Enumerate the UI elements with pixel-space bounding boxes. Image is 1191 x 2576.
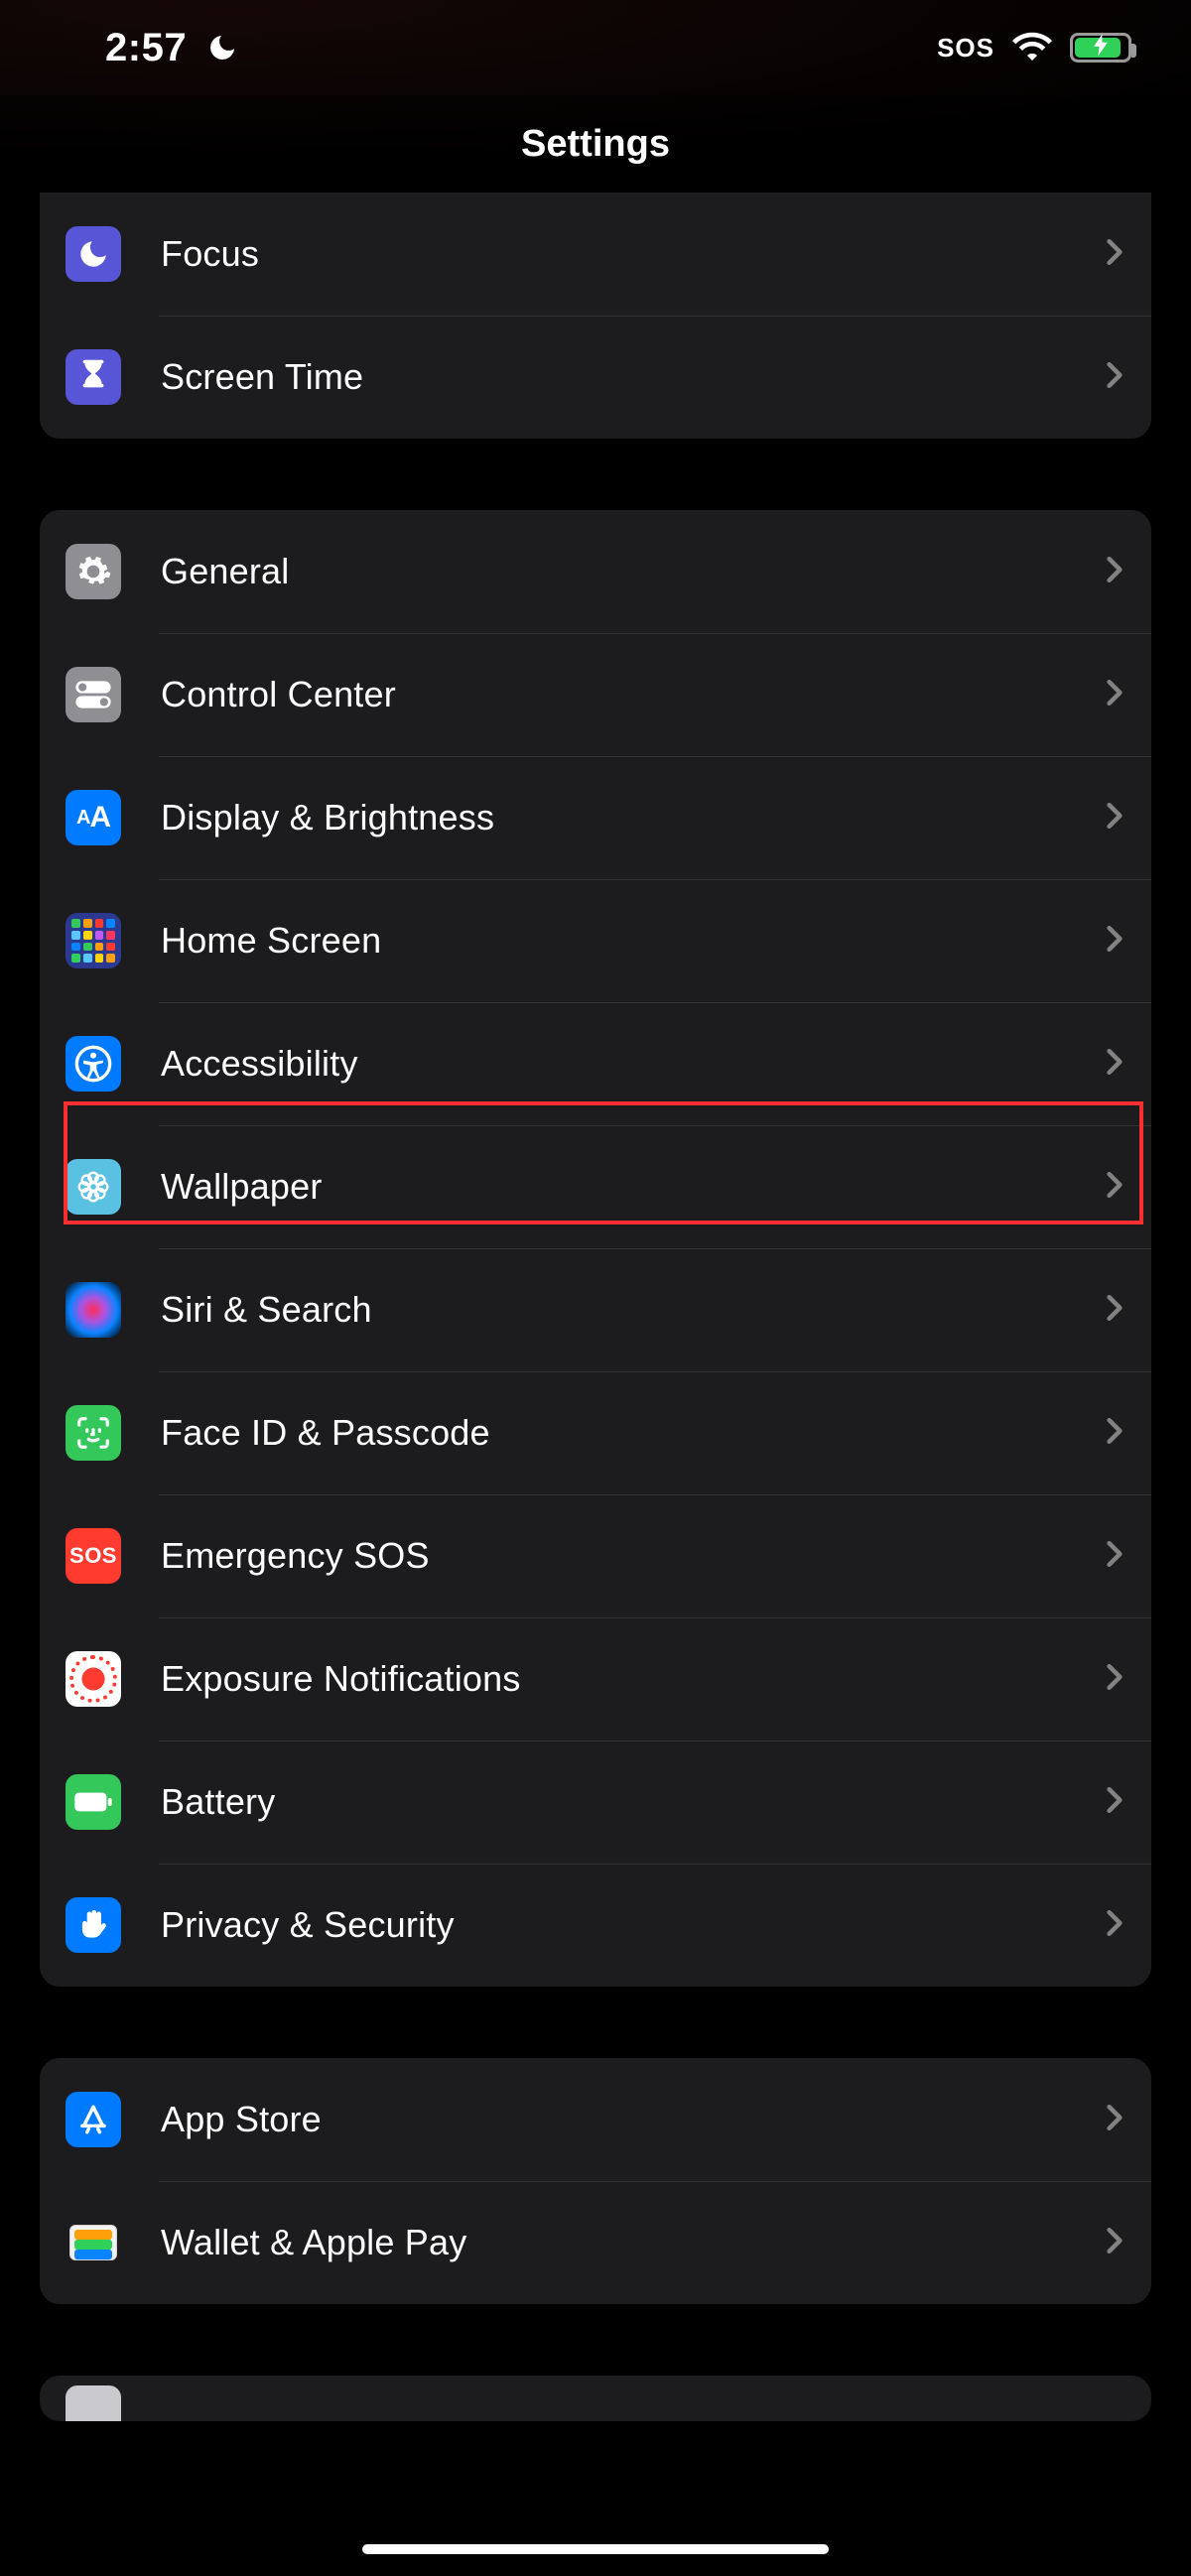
row-label: Siri & Search	[161, 1289, 1106, 1331]
row-label: Focus	[161, 233, 1106, 275]
settings-group: General Control Center AA Display & Brig…	[40, 510, 1151, 1987]
siri-icon	[66, 1282, 121, 1338]
settings-row-app-store[interactable]: App Store	[40, 2058, 1151, 2181]
settings-row-general[interactable]: General	[40, 510, 1151, 633]
moon-icon	[66, 226, 121, 282]
chevron-right-icon	[1106, 1908, 1124, 1943]
settings-row-siri-search[interactable]: Siri & Search	[40, 1248, 1151, 1371]
unknown-icon	[66, 2385, 121, 2421]
chevron-right-icon	[1106, 1662, 1124, 1697]
toggles-icon	[66, 667, 121, 722]
settings-row-exposure-notifications[interactable]: Exposure Notifications	[40, 1617, 1151, 1740]
flower-icon	[66, 1159, 121, 1215]
settings-row-control-center[interactable]: Control Center	[40, 633, 1151, 756]
settings-row-faceid-passcode[interactable]: Face ID & Passcode	[40, 1371, 1151, 1494]
status-bar-right: SOS	[937, 31, 1131, 65]
page-title: Settings	[0, 95, 1191, 193]
do-not-disturb-icon	[206, 32, 238, 64]
row-label: Battery	[161, 1781, 1106, 1823]
settings-list[interactable]: Focus Screen Time General	[0, 193, 1191, 2421]
chevron-right-icon	[1106, 237, 1124, 272]
row-label: App Store	[161, 2099, 1106, 2140]
row-label: Control Center	[161, 674, 1106, 715]
battery-charging-icon	[1070, 33, 1131, 63]
faceid-icon	[66, 1405, 121, 1461]
cellular-sos-indicator: SOS	[937, 33, 994, 64]
chevron-right-icon	[1106, 2103, 1124, 2137]
chevron-right-icon	[1106, 1047, 1124, 1082]
home-screen-icon	[66, 913, 121, 968]
wallet-icon	[66, 2215, 121, 2270]
chevron-right-icon	[1106, 1785, 1124, 1820]
row-label: Exposure Notifications	[161, 1658, 1106, 1700]
settings-row-screen-time[interactable]: Screen Time	[40, 316, 1151, 439]
hand-icon	[66, 1897, 121, 1953]
chevron-right-icon	[1106, 1539, 1124, 1574]
exposure-icon	[66, 1651, 121, 1707]
settings-row-display-brightness[interactable]: AA Display & Brightness	[40, 756, 1151, 879]
app-store-icon	[66, 2092, 121, 2147]
chevron-right-icon	[1106, 678, 1124, 712]
settings-row-focus[interactable]: Focus	[40, 193, 1151, 316]
settings-screen: { "statusbar": { "time": "2:57", "sos": …	[0, 0, 1191, 2576]
row-label: Accessibility	[161, 1043, 1106, 1085]
text-size-icon: AA	[66, 790, 121, 845]
chevron-right-icon	[1106, 360, 1124, 395]
status-bar-left: 2:57	[105, 26, 238, 70]
row-label: Home Screen	[161, 920, 1106, 962]
chevron-right-icon	[1106, 924, 1124, 959]
row-label: Privacy & Security	[161, 1904, 1106, 1946]
sos-icon: SOS	[66, 1528, 121, 1584]
chevron-right-icon	[1106, 801, 1124, 836]
hourglass-icon	[66, 349, 121, 405]
home-indicator[interactable]	[362, 2544, 829, 2554]
row-label: General	[161, 551, 1106, 592]
chevron-right-icon	[1106, 1416, 1124, 1451]
settings-row-accessibility[interactable]: Accessibility	[40, 1002, 1151, 1125]
battery-icon	[66, 1774, 121, 1830]
settings-group: Focus Screen Time	[40, 193, 1151, 439]
status-bar: 2:57 SOS	[0, 0, 1191, 95]
settings-group	[40, 2376, 1151, 2421]
chevron-right-icon	[1106, 555, 1124, 589]
row-label: Emergency SOS	[161, 1535, 1106, 1577]
chevron-right-icon	[1106, 1293, 1124, 1328]
row-label: Wallpaper	[161, 1166, 1106, 1208]
settings-row-peek[interactable]	[40, 2376, 1151, 2421]
settings-group: App Store Wallet & Apple Pay	[40, 2058, 1151, 2304]
settings-row-emergency-sos[interactable]: SOS Emergency SOS	[40, 1494, 1151, 1617]
settings-row-home-screen[interactable]: Home Screen	[40, 879, 1151, 1002]
row-label: Wallet & Apple Pay	[161, 2222, 1106, 2263]
chevron-right-icon	[1106, 2226, 1124, 2260]
row-label: Display & Brightness	[161, 797, 1106, 838]
accessibility-icon	[66, 1036, 121, 1092]
wifi-icon	[1012, 31, 1052, 65]
settings-row-wallet-applepay[interactable]: Wallet & Apple Pay	[40, 2181, 1151, 2304]
row-label: Screen Time	[161, 356, 1106, 398]
row-label: Face ID & Passcode	[161, 1412, 1106, 1454]
clock: 2:57	[105, 26, 187, 70]
gear-icon	[66, 544, 121, 599]
settings-row-battery[interactable]: Battery	[40, 1740, 1151, 1864]
settings-row-wallpaper[interactable]: Wallpaper	[40, 1125, 1151, 1248]
settings-row-privacy-security[interactable]: Privacy & Security	[40, 1864, 1151, 1987]
chevron-right-icon	[1106, 1170, 1124, 1205]
